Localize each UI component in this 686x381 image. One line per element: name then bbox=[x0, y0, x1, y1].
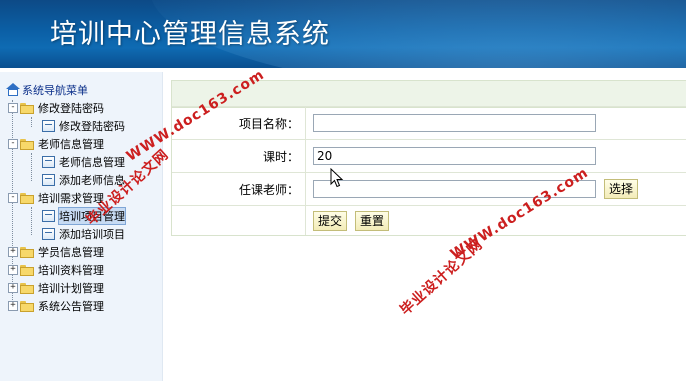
sidebar-folder-plans[interactable]: + 培训计划管理 bbox=[8, 280, 104, 296]
collapse-icon[interactable]: - bbox=[8, 139, 18, 149]
sidebar-item-teacher-manage[interactable]: 老师信息管理 bbox=[42, 154, 125, 170]
expand-icon[interactable]: + bbox=[8, 247, 18, 257]
sidebar-item-change-password[interactable]: 修改登陆密码 bbox=[42, 118, 125, 134]
expand-icon[interactable]: + bbox=[8, 301, 18, 311]
sidebar-folder-announcements[interactable]: + 系统公告管理 bbox=[8, 298, 104, 314]
form-row-project-name: 项目名称： bbox=[172, 106, 686, 139]
sidebar-item-label: 修改登陆密码 bbox=[38, 102, 104, 115]
page-icon bbox=[42, 156, 55, 168]
sidebar-folder-training-needs[interactable]: - 培训需求管理 bbox=[8, 190, 104, 206]
sidebar-item-label: 培训资料管理 bbox=[38, 264, 104, 277]
expand-icon[interactable]: + bbox=[8, 283, 18, 293]
folder-icon bbox=[20, 282, 34, 294]
select-teacher-button[interactable]: 选择 bbox=[604, 179, 639, 199]
form-row-hours: 课时： bbox=[172, 139, 686, 172]
sidebar-item-add-project[interactable]: 添加培训项目 bbox=[42, 226, 125, 242]
teacher-label: 任课老师： bbox=[172, 173, 306, 205]
sidebar-folder-password[interactable]: - 修改登陆密码 bbox=[8, 100, 104, 116]
mouse-cursor-icon bbox=[330, 168, 344, 188]
form-row-teacher: 任课老师： 选择 bbox=[172, 172, 686, 205]
folder-icon bbox=[20, 264, 34, 276]
folder-icon bbox=[20, 138, 34, 150]
actions-label-cell bbox=[172, 206, 306, 235]
form-row-actions: 提交 重置 bbox=[172, 205, 686, 235]
app-header: 培训中心管理信息系统 bbox=[0, 0, 686, 68]
collapse-icon[interactable]: - bbox=[8, 103, 18, 113]
app-title: 培训中心管理信息系统 bbox=[50, 19, 330, 50]
sidebar-folder-materials[interactable]: + 培训资料管理 bbox=[8, 262, 104, 278]
nav-root[interactable]: 系统导航菜单 bbox=[6, 82, 88, 98]
folder-icon bbox=[20, 102, 34, 114]
folder-icon bbox=[20, 300, 34, 312]
sidebar-item-label: 添加培训项目 bbox=[59, 228, 125, 241]
expand-icon[interactable]: + bbox=[8, 265, 18, 275]
sidebar-item-label: 学员信息管理 bbox=[38, 246, 104, 259]
sidebar-item-label: 培训计划管理 bbox=[38, 282, 104, 295]
sidebar-item-label: 修改登陆密码 bbox=[59, 120, 125, 133]
page-icon bbox=[42, 210, 55, 222]
sidebar-folder-students[interactable]: + 学员信息管理 bbox=[8, 244, 104, 260]
home-icon bbox=[6, 83, 20, 97]
page-icon bbox=[42, 120, 55, 132]
reset-button[interactable]: 重置 bbox=[355, 210, 390, 231]
page-icon bbox=[42, 228, 55, 240]
sidebar-item-label: 老师信息管理 bbox=[59, 156, 125, 169]
submit-button[interactable]: 提交 bbox=[313, 210, 348, 231]
project-name-input[interactable] bbox=[313, 114, 596, 132]
folder-icon bbox=[20, 246, 34, 258]
project-form: 项目名称： 课时： 任课老师： 选择 提交 重置 bbox=[171, 106, 686, 236]
nav-root-label: 系统导航菜单 bbox=[22, 84, 88, 97]
hours-label: 课时： bbox=[172, 140, 306, 172]
sidebar-item-label: 系统公告管理 bbox=[38, 300, 104, 313]
watermark-text: 毕业设计论文网 bbox=[397, 236, 487, 319]
collapse-icon[interactable]: - bbox=[8, 193, 18, 203]
hours-input[interactable] bbox=[313, 147, 596, 165]
page-icon bbox=[42, 174, 55, 186]
sidebar-nav: 系统导航菜单 - 修改登陆密码 修改登陆密码 - 老师信息管理 老师信息管理 添… bbox=[0, 72, 163, 381]
sidebar-item-label: 老师信息管理 bbox=[38, 138, 104, 151]
sidebar-folder-teachers[interactable]: - 老师信息管理 bbox=[8, 136, 104, 152]
folder-icon bbox=[20, 192, 34, 204]
